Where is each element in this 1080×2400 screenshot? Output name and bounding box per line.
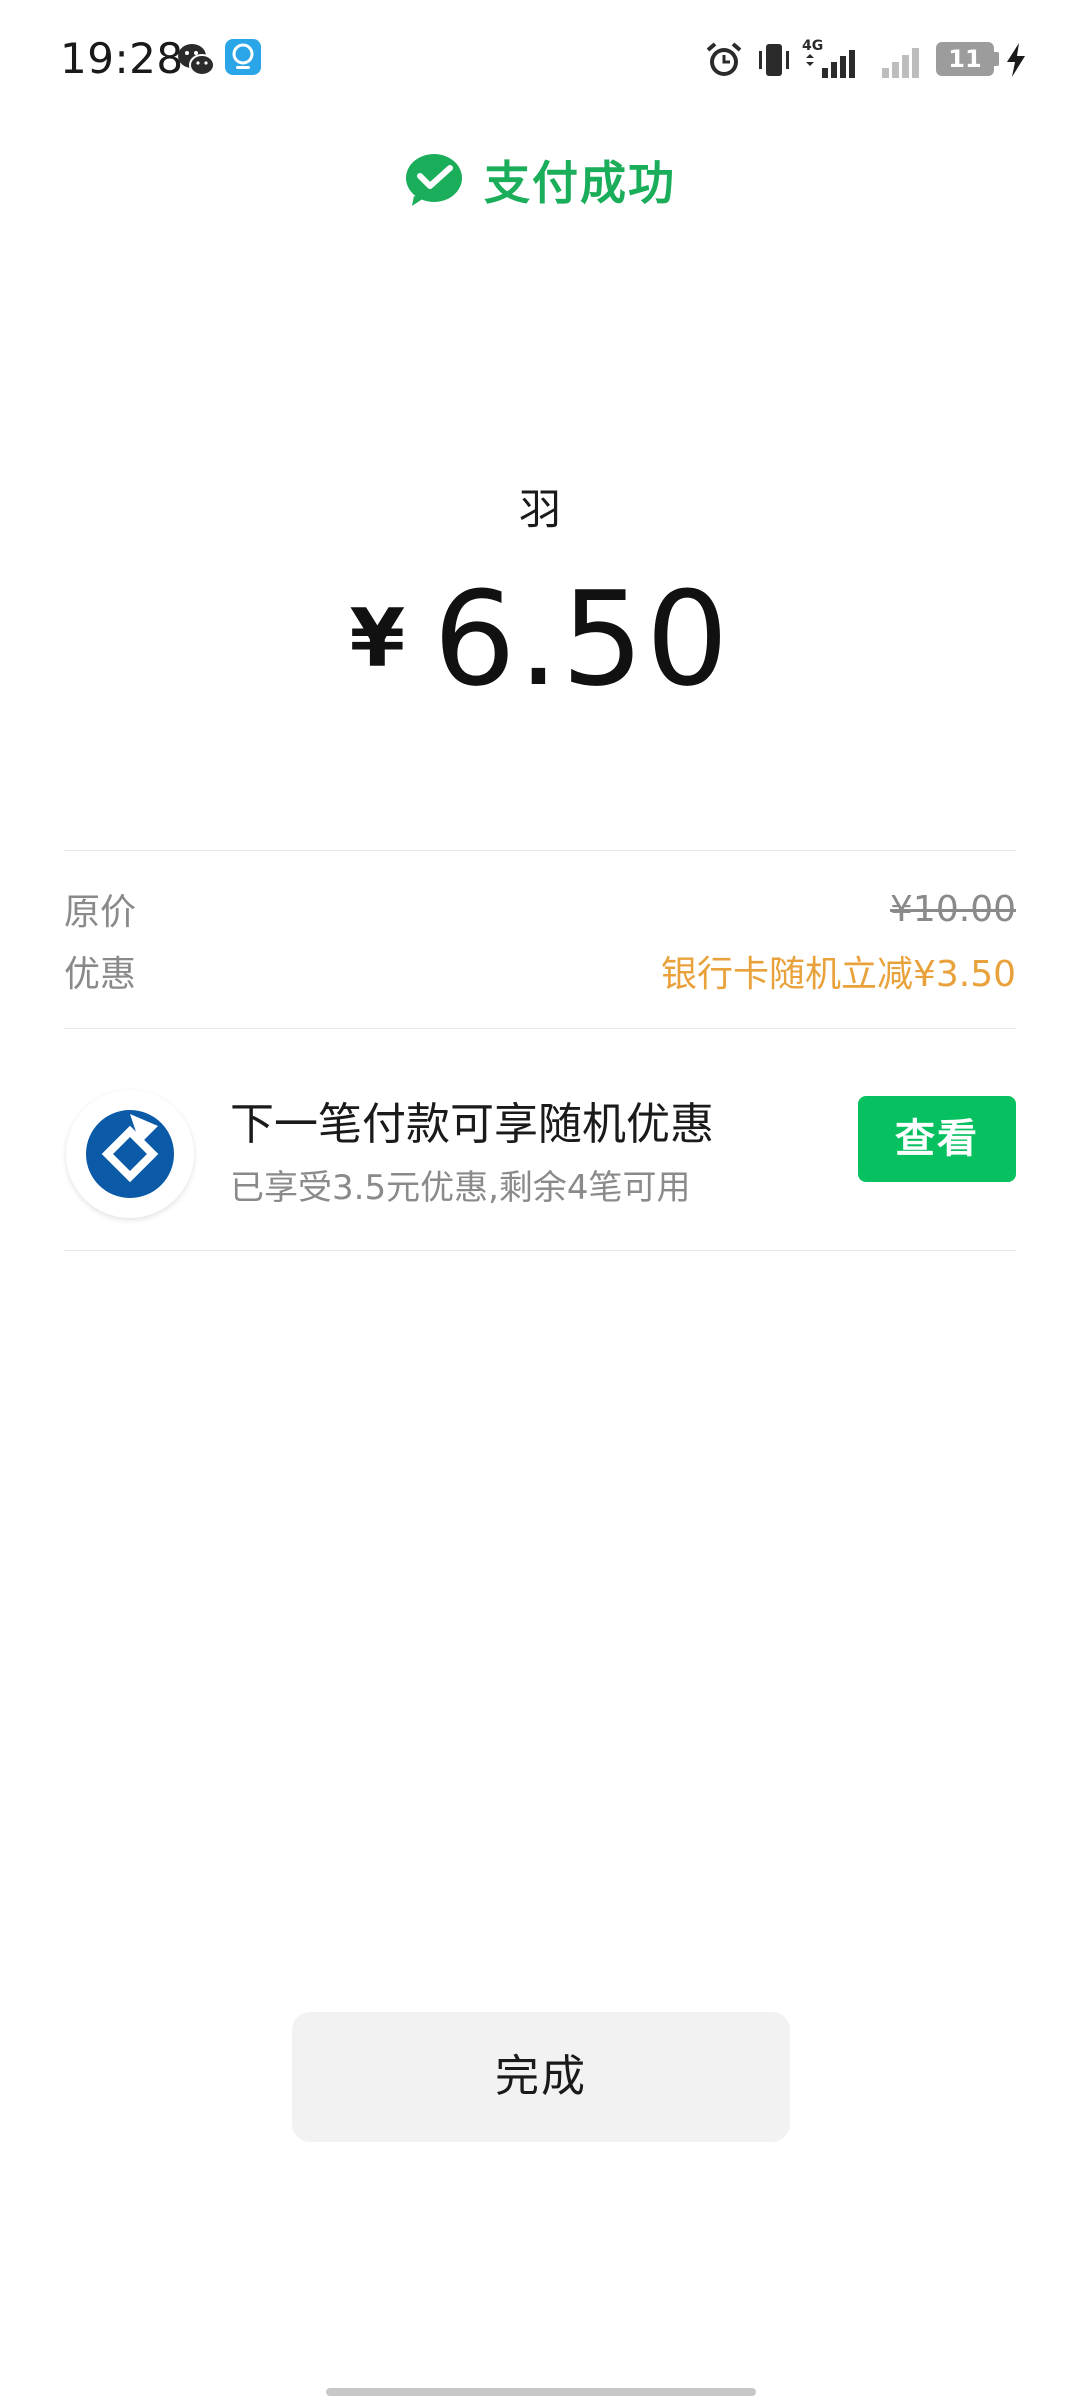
divider — [64, 1250, 1016, 1251]
payment-status-header: 支付成功 — [0, 148, 1080, 212]
promo-card: 下一笔付款可享随机优惠 已享受3.5元优惠,剩余4笔可用 查看 — [64, 1030, 1016, 1250]
done-button[interactable]: 完成 — [292, 2012, 790, 2142]
signal-secondary-icon — [882, 48, 919, 78]
original-price-value: ¥10.00 — [890, 888, 1016, 930]
bank-logo-icon — [66, 1090, 194, 1218]
view-button[interactable]: 查看 — [858, 1096, 1016, 1182]
battery-icon: 11 — [936, 42, 994, 76]
payee-name: 羽 — [518, 485, 561, 534]
promo-subtitle: 已享受3.5元优惠,剩余4笔可用 — [230, 1168, 691, 1208]
signal-icon: 4G — [800, 36, 862, 82]
wechat-icon — [178, 44, 215, 76]
discount-row: 优惠 银行卡随机立减¥3.50 — [64, 946, 1016, 996]
amount-display: ¥ 6.50 — [0, 574, 1080, 714]
original-price-row: 原价 ¥10.00 — [64, 884, 1016, 934]
status-bar: 19:28 4G 11 — [0, 0, 1080, 120]
divider — [64, 850, 1016, 851]
payment-success-screen: 19:28 4G 11 支付成功 羽 ¥ 6.50 原价 ¥10.00 优惠 银… — [0, 0, 1080, 2400]
network-type-label: 4G — [802, 38, 823, 54]
alarm-icon — [706, 42, 742, 76]
paid-amount: 6.50 — [433, 563, 731, 715]
promo-title: 下一笔付款可享随机优惠 — [230, 1099, 714, 1150]
charging-bolt-icon — [1007, 43, 1025, 77]
original-price-label: 原价 — [64, 892, 137, 933]
vibrate-icon — [759, 44, 789, 76]
divider — [64, 1028, 1016, 1029]
discount-value: 银行卡随机立减¥3.50 — [660, 954, 1016, 995]
currency-symbol: ¥ — [349, 592, 406, 685]
discount-label: 优惠 — [64, 954, 137, 995]
app-notification-icon — [225, 39, 261, 75]
battery-cap — [994, 52, 999, 66]
check-bubble-icon — [406, 154, 462, 206]
status-time: 19:28 — [60, 34, 184, 83]
page-title: 支付成功 — [484, 156, 676, 210]
home-indicator[interactable] — [326, 2388, 756, 2396]
